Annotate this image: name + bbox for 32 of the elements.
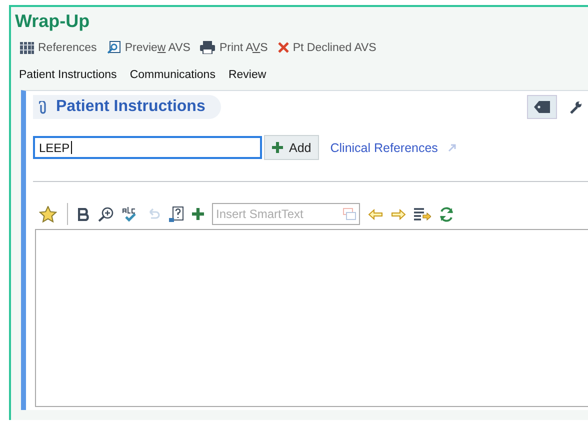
activity-title: Wrap-Up	[14, 10, 90, 32]
help-icon[interactable]	[168, 206, 184, 222]
list-arrow-icon[interactable]	[414, 208, 431, 220]
printer-icon	[200, 41, 216, 54]
section-link[interactable]: Review	[228, 69, 266, 81]
toolbar-button[interactable]: Preview AVS	[106, 41, 190, 54]
close-icon	[278, 42, 289, 53]
tag-icon	[534, 101, 550, 113]
section-title: Patient Instructions	[56, 98, 206, 116]
clinical-references-link[interactable]: Clinical References	[330, 140, 438, 154]
section-link[interactable]: Communications	[130, 69, 216, 81]
toolbar-button[interactable]: Print AVS	[200, 41, 268, 54]
left-arrow-icon[interactable]	[368, 208, 383, 220]
star-icon[interactable]	[39, 206, 57, 222]
books-icon	[20, 42, 34, 54]
plus-icon[interactable]	[192, 208, 204, 220]
plus-icon	[272, 142, 283, 153]
preview-icon	[106, 41, 121, 54]
section-link[interactable]: Patient Instructions	[19, 69, 117, 81]
toolbar-button[interactable]: References	[20, 41, 97, 54]
spellcheck-icon[interactable]	[122, 206, 139, 222]
tag-button[interactable]	[527, 95, 557, 119]
right-arrow-icon[interactable]	[391, 208, 406, 220]
zoom-in-icon[interactable]	[98, 206, 114, 222]
refresh-icon[interactable]	[439, 206, 454, 222]
external-link-icon	[448, 144, 456, 152]
toolbar-button[interactable]: Pt Declined AVS	[278, 41, 376, 54]
wrench-icon[interactable]	[569, 100, 582, 114]
paperclip-icon	[39, 100, 47, 114]
search-field[interactable]: LEEP	[33, 136, 262, 159]
bold-icon[interactable]	[78, 208, 90, 220]
add-button[interactable]: Add	[264, 135, 320, 160]
